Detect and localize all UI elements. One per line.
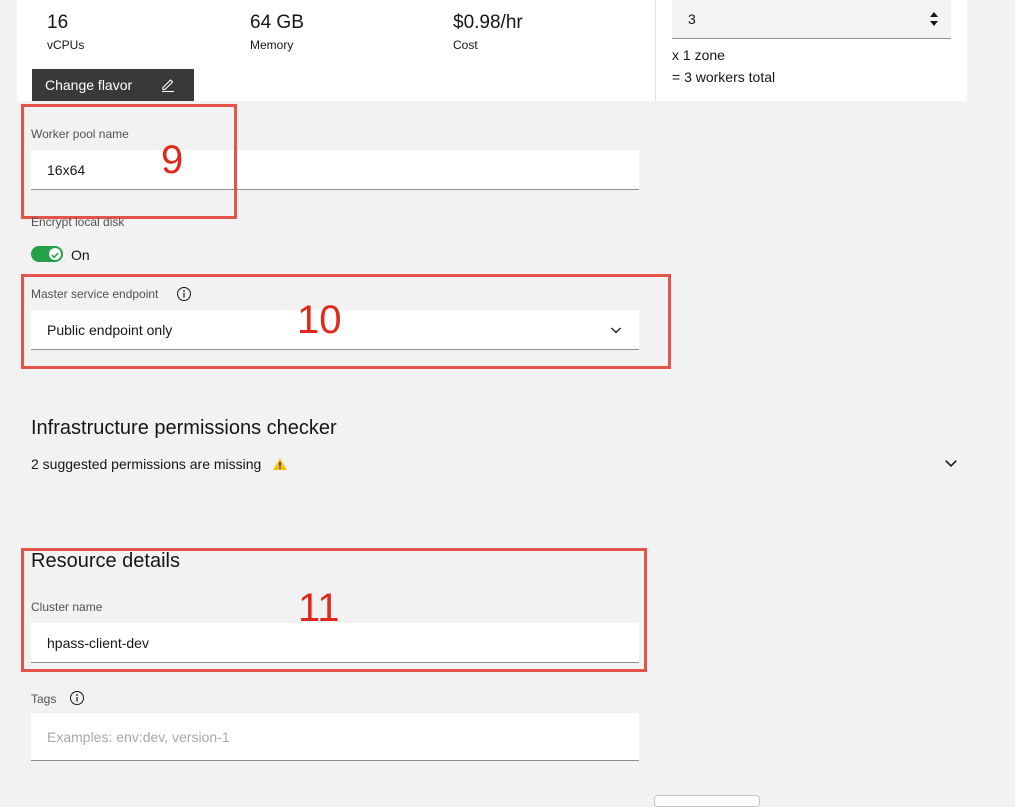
vcpu-label: vCPUs — [47, 38, 85, 52]
vcpu-value: 16 — [47, 12, 69, 33]
annotation-box-9 — [21, 104, 237, 219]
annotation-number-9: 9 — [161, 138, 184, 182]
encrypt-disk-label: Encrypt local disk — [31, 215, 125, 229]
change-flavor-label: Change flavor — [45, 77, 133, 93]
toggle-knob — [49, 248, 61, 260]
memory-label: Memory — [250, 38, 294, 52]
cost-value: $0.98/hr — [453, 12, 523, 33]
permissions-checker-heading: Infrastructure permissions checker — [31, 417, 337, 439]
workers-per-zone-input[interactable]: 3 — [672, 0, 951, 39]
encrypt-disk-toggle[interactable] — [31, 246, 63, 262]
partial-card-edge — [654, 795, 760, 807]
tags-label: Tags — [31, 692, 57, 706]
cost-label: Cost — [453, 38, 478, 52]
workers-per-zone-value: 3 — [688, 11, 696, 27]
tags-input[interactable]: Examples: env:dev, version-1 — [31, 713, 639, 761]
memory-value: 64 GB — [250, 12, 304, 33]
change-flavor-button[interactable]: Change flavor — [32, 69, 194, 101]
number-stepper-icon[interactable] — [929, 11, 939, 27]
warning-icon — [273, 458, 287, 470]
tags-placeholder: Examples: env:dev, version-1 — [47, 728, 230, 745]
permissions-status-text: 2 suggested permissions are missing — [31, 456, 262, 472]
annotation-number-10: 10 — [297, 298, 342, 342]
tags-info-icon[interactable] — [69, 690, 85, 706]
annotation-box-10 — [21, 274, 671, 369]
check-icon — [51, 252, 59, 259]
encrypt-disk-state: On — [71, 247, 90, 263]
workers-total-text: = 3 workers total — [672, 69, 776, 85]
edit-pencil-icon — [162, 79, 174, 93]
zone-multiplier-text: x 1 zone — [672, 47, 725, 63]
annotation-number-11: 11 — [298, 586, 340, 630]
permissions-expand-chevron-icon[interactable] — [944, 456, 958, 470]
